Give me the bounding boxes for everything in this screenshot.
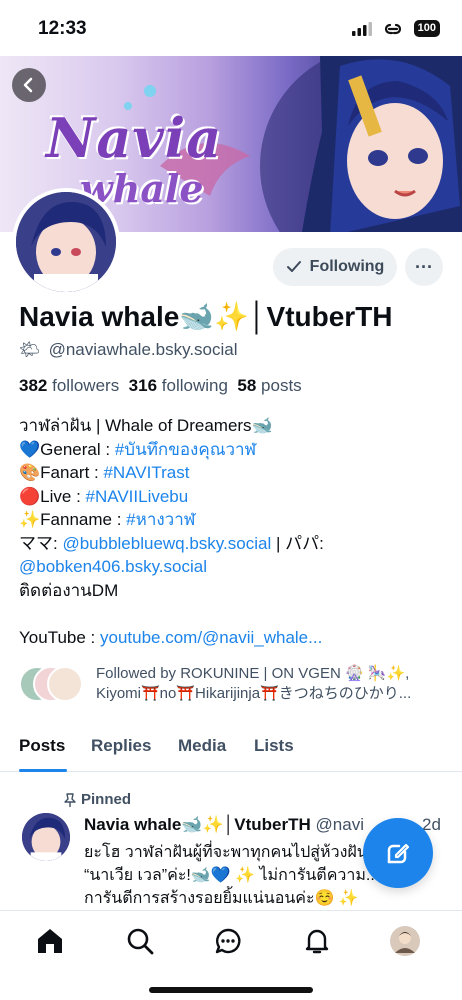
- sun-cloud-icon: 🌤: [19, 340, 41, 359]
- bio-text: ✨Fanname :: [19, 510, 127, 529]
- pencil-icon: [387, 843, 410, 864]
- active-tab-indicator: [19, 769, 67, 772]
- profile-avatar: [390, 926, 420, 956]
- following-stat[interactable]: 316 following: [129, 376, 228, 395]
- home-icon: [38, 929, 62, 953]
- bio-line: 🎨Fanart : #NAVITrast: [19, 461, 449, 485]
- status-bar: 12:33 100: [0, 0, 462, 56]
- followed-by[interactable]: Followed by ROKUNINE | ON VGEN 🎡 🎠✨, Kiy…: [19, 664, 449, 704]
- bio-text: 🎨Fanart :: [19, 463, 104, 482]
- battery-icon: 100: [413, 20, 440, 37]
- followed-by-text: Followed by ROKUNINE | ON VGEN 🎡 🎠✨, Kiy…: [96, 664, 451, 704]
- post-author-name: Navia whale🐋✨│VtuberTH: [84, 815, 311, 834]
- back-button[interactable]: [12, 68, 46, 102]
- followed-by-avatars: [19, 666, 89, 702]
- mention-link[interactable]: @bubblebluewq.bsky.social: [62, 534, 271, 553]
- hashtag-link[interactable]: #หางวาฬ: [126, 510, 195, 529]
- mention-link[interactable]: @bobken406.bsky.social: [19, 557, 207, 576]
- following-stat-label: following: [161, 376, 228, 395]
- followed-by-line: Followed by ROKUNINE | ON VGEN 🎡 🎠✨,: [96, 665, 410, 682]
- nav-notifications[interactable]: [301, 925, 333, 957]
- post-author-avatar[interactable]: [22, 813, 70, 861]
- bio-line: ✨Fanname : #หางวาฬ: [19, 508, 449, 532]
- tab-posts[interactable]: Posts: [19, 736, 65, 756]
- hashtag-link[interactable]: #บันทึกของคุณวาฬ: [115, 440, 256, 459]
- handle-row: 🌤 @naviawhale.bsky.social: [19, 340, 238, 360]
- bio-line: 💙General : #บันทึกของคุณวาฬ: [19, 438, 449, 462]
- following-count: 316: [128, 376, 158, 395]
- nav-home[interactable]: [34, 925, 66, 957]
- signal-icon: [351, 21, 372, 36]
- pinned-label: Pinned: [81, 791, 132, 808]
- avatar-image: [16, 192, 116, 292]
- bio-line: YouTube : youtube.com/@navii_whale...: [19, 626, 449, 650]
- followers-count: 382: [19, 376, 48, 395]
- tab-replies[interactable]: Replies: [91, 736, 151, 756]
- bio-line: 🔴Live : #NAVIILivebu: [19, 485, 449, 509]
- tab-media[interactable]: Media: [178, 736, 226, 756]
- posts-label: posts: [261, 376, 302, 395]
- nav-search[interactable]: [124, 925, 156, 957]
- posts-stat: 58 posts: [237, 376, 301, 395]
- bio-line: @bobken406.bsky.social: [19, 555, 449, 579]
- nav-chat[interactable]: [212, 925, 244, 957]
- youtube-link[interactable]: youtube.com/@navii_whale...: [100, 628, 322, 647]
- bio-line: วาฬล่าฝัน | Whale of Dreamers🐋: [19, 416, 273, 435]
- post-author-handle: @navi: [315, 815, 364, 834]
- bio-text: | パパ:: [271, 533, 324, 553]
- link-icon: [384, 23, 401, 34]
- bio-blank-line: [19, 602, 449, 626]
- chat-icon: [215, 928, 241, 954]
- followed-by-line: Kiyomi⛩️no⛩️Hikarijinja⛩️きつねちのひかり...: [96, 685, 412, 702]
- more-options-button[interactable]: ···: [405, 248, 443, 286]
- profile-bio: วาฬล่าฝัน | Whale of Dreamers🐋 💙General …: [19, 414, 449, 649]
- bio-text: 🔴Live :: [19, 486, 86, 506]
- follower-avatar: [47, 666, 83, 702]
- hashtag-link[interactable]: #NAVITrast: [103, 463, 189, 482]
- handle: @naviawhale.bsky.social: [48, 340, 238, 359]
- post-avatar-image: [22, 813, 70, 861]
- status-time: 12:33: [38, 18, 87, 39]
- pin-icon: [64, 792, 76, 807]
- post-text-line: การันตีการสร้างรอยยิ้มแน่นอนค่ะ☺️ ✨: [84, 890, 359, 907]
- profile-stats: 382 followers 316 following 58 posts: [19, 376, 302, 396]
- status-icons: 100: [351, 20, 440, 37]
- hashtag-link[interactable]: #NAVIILivebu: [86, 487, 189, 506]
- followers-label: followers: [52, 376, 120, 395]
- pinned-label-row: Pinned: [64, 791, 131, 808]
- check-icon: [286, 261, 301, 272]
- home-indicator: [149, 987, 313, 993]
- following-button[interactable]: Following: [273, 248, 397, 286]
- posts-count: 58: [237, 376, 257, 395]
- profile-avatar[interactable]: [12, 188, 120, 296]
- tab-lists[interactable]: Lists: [254, 736, 294, 756]
- profile-tabs: Posts Replies Media Lists: [0, 728, 462, 772]
- bell-icon: [305, 929, 329, 954]
- bio-line: ママ: @bubblebluewq.bsky.social | パパ:: [19, 532, 449, 556]
- nav-profile[interactable]: [389, 925, 421, 957]
- bio-line: ติดต่องานDM: [19, 580, 119, 600]
- ellipsis-icon: ···: [415, 256, 433, 277]
- bio-text: ママ:: [19, 533, 63, 553]
- compose-button[interactable]: [363, 818, 433, 888]
- banner-character-art: [302, 56, 462, 232]
- bio-text: YouTube :: [19, 627, 100, 647]
- following-label: Following: [309, 258, 385, 275]
- banner-logo-line1: Navia: [46, 106, 223, 170]
- bottom-navigation: [0, 910, 462, 1000]
- bio-text: 💙General :: [19, 439, 115, 459]
- post-author: Navia whale🐋✨│VtuberTH @navi: [84, 815, 364, 835]
- chevron-left-icon: [23, 77, 33, 93]
- search-icon: [127, 928, 154, 955]
- display-name: Navia whale🐋✨│VtuberTH: [19, 301, 393, 332]
- followers-stat[interactable]: 382 followers: [19, 376, 119, 395]
